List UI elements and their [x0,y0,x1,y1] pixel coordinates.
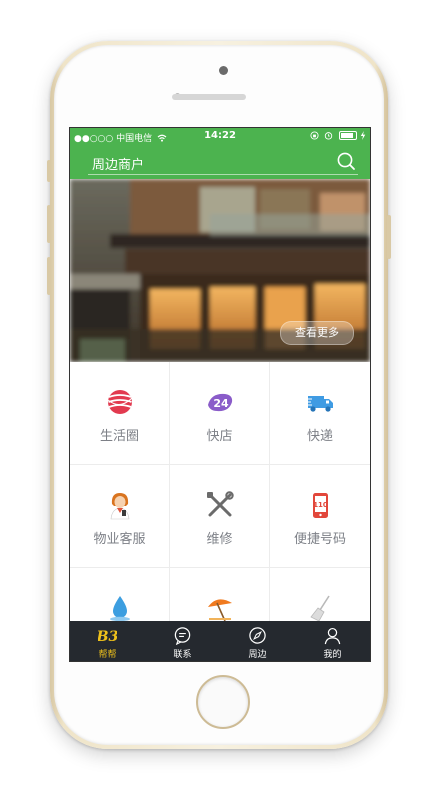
user-icon [324,627,341,645]
grid-item-repair[interactable]: 维修 [170,465,270,568]
volume-down-button [47,257,51,295]
banner-image[interactable]: 查看更多 [70,179,370,362]
battery-icon [339,131,358,140]
mute-switch [47,160,51,182]
grid-item-label: 生活圈 [99,429,139,444]
tab-bangbang[interactable]: B3 帮帮 [70,621,145,661]
water-drop-icon [110,596,130,622]
phone-110-icon: 110 [313,493,328,518]
earpiece [172,94,246,100]
charging-icon [360,131,366,140]
svg-text:B3: B3 [98,629,117,645]
app-screen: ●●○○○ 中国电信 14:22 周边商户 查看更多 生活圈 24 快店 快递 … [69,127,371,662]
view-more-button[interactable]: 查看更多 [280,321,354,345]
grid-item-quick-shop[interactable]: 24 快店 [170,362,270,465]
tab-nearby[interactable]: 周边 [220,621,295,661]
bottom-tab-bar: B3 帮帮 联系 周边 我的 [70,621,370,661]
front-camera [219,66,228,75]
chat-icon [174,627,191,645]
grid-item-label: 物业客服 [93,532,146,547]
power-button [387,215,391,259]
tab-contact[interactable]: 联系 [145,621,220,661]
tab-label: 联系 [173,650,192,660]
bb-logo-icon: B3 [98,629,117,645]
home-button[interactable] [196,675,250,729]
repair-tools-icon [207,491,234,517]
search-icon[interactable] [336,151,356,171]
svg-text:110: 110 [313,501,328,509]
grid-item-quick-numbers[interactable]: 110 便捷号码 [270,465,370,568]
top-nav-bar: 周边商户 [70,146,370,179]
status-bar: ●●○○○ 中国电信 14:22 [70,128,370,146]
grid-item-delivery[interactable]: 快递 [270,362,370,465]
tab-label: 我的 [323,650,342,660]
compass-icon [249,627,266,644]
delivery-truck-icon [305,396,333,412]
page-title: 周边商户 [92,158,145,173]
tab-label: 帮帮 [98,650,117,660]
life-circle-icon [107,390,133,414]
grid-item-life-circle[interactable]: 生活圈 [70,362,170,465]
grid-item-label: 快店 [206,429,233,444]
grid-item-property-service[interactable]: 物业客服 [70,465,170,568]
grid-item-label: 便捷号码 [293,532,346,547]
title-underline [88,174,358,175]
grid-item-label: 维修 [206,532,233,547]
alarm-icon [325,132,333,140]
grid-item-label: 快递 [306,429,333,444]
service-agent-icon [110,493,130,520]
volume-up-button [47,205,51,243]
broom-icon [310,595,330,622]
tab-mine[interactable]: 我的 [295,621,370,661]
quick-shop-24-icon: 24 [208,393,233,412]
beach-umbrella-icon [208,599,232,622]
svg-text:24: 24 [213,397,229,410]
lock-rotation-icon [310,131,319,140]
tab-label: 周边 [248,650,267,660]
